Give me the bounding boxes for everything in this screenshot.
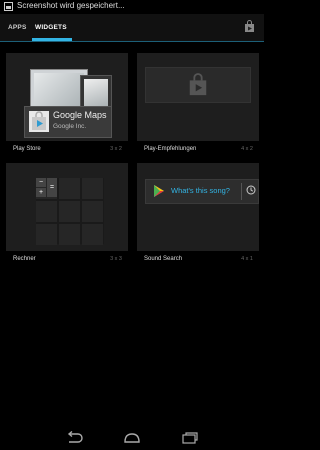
sound-search-prompt: What's this song? [171, 186, 230, 195]
navigation-bar [0, 426, 264, 450]
status-bar: Screenshot wird gespeichert... [0, 0, 264, 14]
play-store-bag-icon [189, 73, 207, 96]
play-store-bag-icon[interactable] [243, 20, 256, 33]
recommendation-box [145, 67, 251, 103]
widget-preview [137, 53, 259, 141]
widget-span: 3 x 3 [110, 256, 122, 262]
app-banner: Google Maps Google Inc. [24, 106, 112, 138]
home-icon[interactable] [122, 431, 142, 445]
history-clock-icon [246, 185, 256, 195]
recent-apps-icon[interactable] [180, 431, 200, 445]
widget-span: 4 x 2 [241, 146, 253, 152]
widget-span: 4 x 1 [241, 256, 253, 262]
google-play-icon [154, 185, 164, 197]
widget-preview: What's this song? [137, 163, 259, 251]
equals-key: = [47, 178, 57, 197]
back-icon[interactable] [64, 430, 84, 445]
sound-search-bar: What's this song? [145, 179, 259, 204]
widget-name: Rechner [13, 256, 36, 262]
screenshot-notification-icon [4, 2, 13, 11]
widget-span: 3 x 2 [110, 146, 122, 152]
calculator-grid: − = + [36, 178, 104, 245]
app-title: Google Maps [53, 110, 107, 120]
widget-preview: − = + [6, 163, 128, 251]
app-publisher: Google Inc. [53, 123, 87, 130]
widget-name: Play Store [13, 146, 41, 152]
tab-divider [0, 41, 264, 42]
notification-text: Screenshot wird gespeichert... [17, 1, 125, 10]
divider [241, 183, 242, 200]
widget-name: Play-Empfehlungen [144, 146, 197, 152]
minus-key: − [36, 178, 46, 187]
play-store-bag-icon [29, 111, 49, 132]
widget-name: Sound Search [144, 256, 183, 262]
tab-apps[interactable]: APPS [8, 14, 27, 42]
plus-key: + [36, 188, 46, 197]
widget-preview: Google Maps Google Inc. [6, 53, 128, 141]
